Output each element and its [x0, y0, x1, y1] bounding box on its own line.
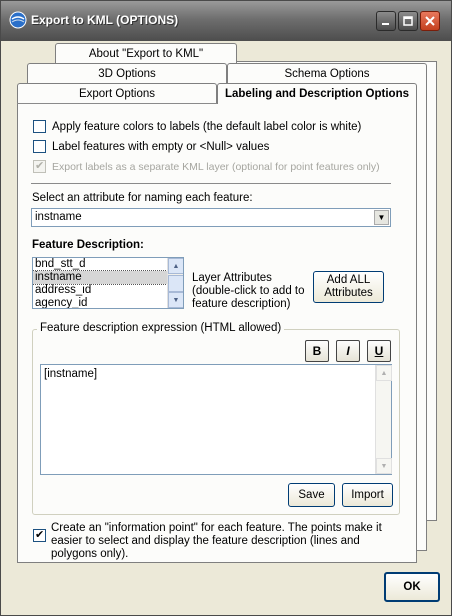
divider — [31, 183, 391, 184]
add-all-attributes-label: Add ALL Attributes — [324, 274, 373, 299]
tab-export-options-label: Export Options — [78, 87, 156, 100]
info-point-label: Create an "information point" for each f… — [51, 522, 382, 560]
scroll-up-icon[interactable]: ▲ — [168, 258, 183, 274]
bold-label: B — [312, 344, 322, 358]
maximize-icon — [403, 16, 413, 26]
import-label: Import — [351, 488, 384, 501]
add-all-attributes-button[interactable]: Add ALL Attributes — [313, 271, 384, 303]
tab-about[interactable]: About "Export to KML" — [55, 43, 237, 63]
tab-labeling-description[interactable]: Labeling and Description Options — [217, 83, 417, 104]
scroll-thumb[interactable] — [168, 275, 183, 292]
separate-layer-checkbox — [33, 159, 46, 173]
tab-schema-options[interactable]: Schema Options — [227, 63, 427, 83]
expression-group-label: Feature description expression (HTML all… — [37, 322, 285, 334]
content-top-border — [17, 103, 217, 104]
scroll-down-icon[interactable]: ▼ — [376, 458, 392, 474]
ok-button[interactable]: OK — [384, 572, 440, 602]
import-button[interactable]: Import — [342, 483, 393, 507]
list-item[interactable]: agency_id — [33, 297, 183, 308]
expression-value: [instname] — [44, 368, 98, 380]
dropdown-arrow-icon[interactable]: ▼ — [374, 210, 389, 225]
tab-3d-options-label: 3D Options — [98, 67, 156, 80]
maximize-button[interactable] — [398, 11, 418, 31]
save-label: Save — [298, 488, 325, 501]
apply-colors-checkbox[interactable] — [33, 120, 46, 133]
minimize-button[interactable] — [376, 11, 396, 31]
tab-schema-options-label: Schema Options — [284, 67, 370, 80]
bold-button[interactable]: B — [305, 340, 329, 362]
list-scrollbar[interactable]: ▲ ▼ — [167, 258, 183, 308]
export-kml-dialog: Export to KML (OPTIONS) About "Export to… — [0, 0, 452, 616]
expression-scrollbar[interactable]: ▲ ▼ — [375, 365, 392, 474]
apply-colors-label: Apply feature colors to labels (the defa… — [52, 120, 362, 133]
list-item-selected[interactable]: instname — [33, 270, 183, 285]
italic-button[interactable]: I — [336, 340, 360, 362]
save-button[interactable]: Save — [288, 483, 335, 507]
naming-attribute-value: instname — [35, 211, 82, 223]
label-empty-label: Label features with empty or <Null> valu… — [52, 140, 270, 153]
title-bar[interactable]: Export to KML (OPTIONS) — [1, 1, 451, 41]
window-title: Export to KML (OPTIONS) — [31, 13, 179, 27]
info-point-checkbox[interactable] — [33, 528, 46, 542]
italic-label: I — [346, 344, 350, 358]
label-empty-checkbox-row[interactable]: Label features with empty or <Null> valu… — [33, 140, 269, 153]
minimize-icon — [382, 23, 389, 25]
apply-colors-checkbox-row[interactable]: Apply feature colors to labels (the defa… — [33, 120, 361, 133]
list-item[interactable]: bnd_stt_d — [33, 258, 183, 271]
close-button[interactable] — [420, 11, 440, 31]
layer-attributes-list[interactable]: bnd_stt_d instname address_id agency_id … — [32, 257, 184, 309]
ok-label: OK — [403, 580, 421, 593]
scroll-up-icon[interactable]: ▲ — [376, 365, 392, 381]
tab-about-label: About "Export to KML" — [88, 47, 204, 60]
scroll-down-icon[interactable]: ▼ — [168, 292, 183, 308]
expression-textarea[interactable]: [instname] ▲ ▼ — [40, 364, 392, 475]
naming-attribute-label: Select an attribute for naming each feat… — [32, 192, 253, 204]
list-item[interactable]: address_id — [33, 284, 183, 297]
underline-button[interactable]: U — [367, 340, 391, 362]
separate-layer-label: Export labels as a separate KML layer (o… — [52, 160, 380, 173]
globe-icon — [9, 11, 27, 29]
label-empty-checkbox[interactable] — [33, 140, 46, 153]
feature-description-heading: Feature Description: — [32, 239, 144, 251]
close-icon — [425, 16, 435, 26]
tab-export-options[interactable]: Export Options — [17, 83, 217, 103]
info-point-checkbox-row[interactable]: Create an "information point" for each f… — [33, 522, 403, 561]
underline-label: U — [374, 344, 384, 358]
tab-labeling-description-label: Labeling and Description Options — [224, 88, 409, 100]
naming-attribute-select[interactable]: instname ▼ — [31, 208, 391, 227]
tab-3d-options[interactable]: 3D Options — [27, 63, 227, 83]
separate-layer-checkbox-row: Export labels as a separate KML layer (o… — [33, 159, 380, 173]
layer-attributes-hint: Layer Attributes (double-click to add to… — [192, 272, 305, 310]
